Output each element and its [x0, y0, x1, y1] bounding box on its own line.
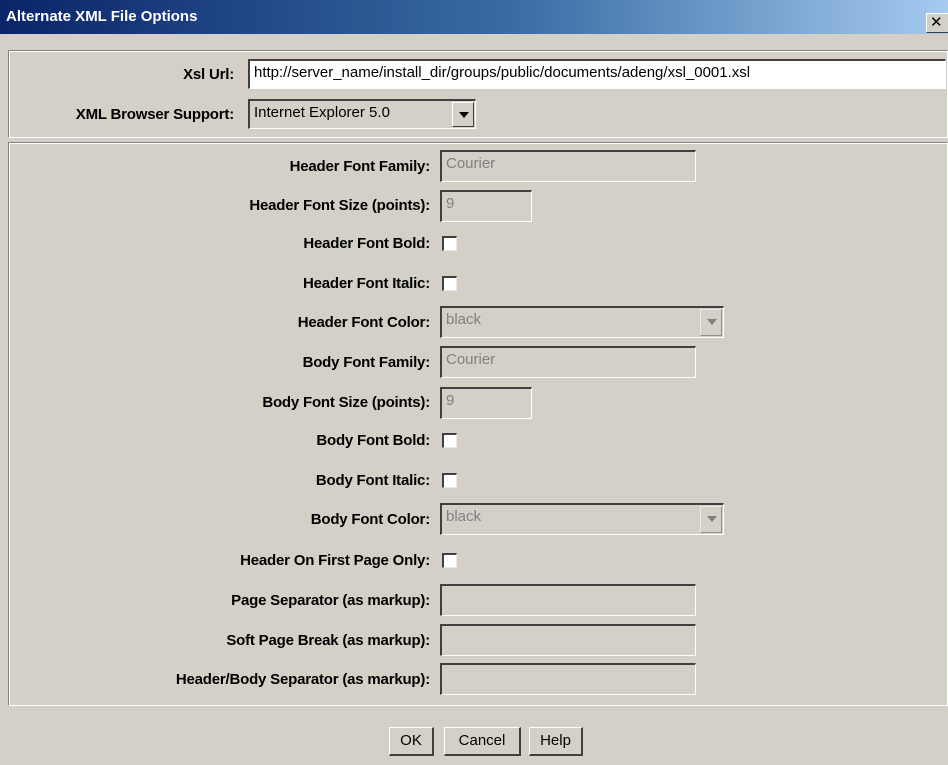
window-title: Alternate XML File Options [6, 8, 198, 25]
help-button[interactable]: Help [529, 727, 583, 756]
title-bar[interactable]: Alternate XML File Options [0, 0, 948, 34]
xsl-url-label: Xsl Url: [183, 66, 234, 83]
header-font-color-label: Header Font Color: [297, 314, 430, 331]
body-font-italic-checkbox[interactable] [442, 473, 457, 488]
header-font-italic-checkbox[interactable] [442, 276, 457, 291]
close-button[interactable]: ✕ [926, 13, 948, 33]
header-first-page-checkbox[interactable] [442, 553, 457, 568]
header-font-size-input[interactable]: 9 [440, 190, 532, 222]
body-font-family-label: Body Font Family: [302, 354, 431, 371]
header-first-page-label: Header On First Page Only: [240, 552, 430, 569]
header-font-bold-checkbox[interactable] [442, 236, 457, 251]
cancel-button[interactable]: Cancel [444, 727, 521, 756]
close-icon: ✕ [930, 13, 943, 31]
chevron-down-icon[interactable] [700, 309, 722, 336]
xsl-url-input[interactable]: http://server_name/install_dir/groups/pu… [248, 59, 946, 89]
soft-page-break-label: Soft Page Break (as markup): [226, 632, 430, 649]
header-font-bold-label: Header Font Bold: [303, 235, 430, 252]
body-font-family-input[interactable]: Courier [440, 346, 696, 378]
header-font-italic-label: Header Font Italic: [302, 275, 430, 292]
header-body-separator-label: Header/Body Separator (as markup): [175, 671, 430, 688]
header-font-color-value: black [446, 311, 482, 328]
page-separator-input[interactable] [440, 584, 696, 616]
ok-button[interactable]: OK [389, 727, 434, 756]
xml-browser-support-label: XML Browser Support: [75, 106, 234, 123]
body-font-color-label: Body Font Color: [310, 511, 430, 528]
header-font-family-label: Header Font Family: [289, 158, 431, 175]
header-body-separator-input[interactable] [440, 663, 696, 695]
xml-browser-support-value: Internet Explorer 5.0 [254, 104, 390, 121]
chevron-down-icon[interactable] [700, 506, 722, 533]
xml-browser-support-select[interactable]: Internet Explorer 5.0 [248, 99, 476, 129]
header-font-size-label: Header Font Size (points): [249, 197, 430, 214]
chevron-down-icon[interactable] [452, 102, 474, 127]
body-font-bold-checkbox[interactable] [442, 433, 457, 448]
body-font-color-select[interactable]: black [440, 503, 724, 535]
body-font-bold-label: Body Font Bold: [316, 432, 430, 449]
body-font-size-input[interactable]: 9 [440, 387, 532, 419]
soft-page-break-input[interactable] [440, 624, 696, 656]
font-options-panel [8, 142, 948, 706]
header-font-color-select[interactable]: black [440, 306, 724, 338]
header-font-family-input[interactable]: Courier [440, 150, 696, 182]
page-separator-label: Page Separator (as markup): [231, 592, 430, 609]
body-font-italic-label: Body Font Italic: [315, 472, 430, 489]
body-font-color-value: black [446, 508, 482, 525]
body-font-size-label: Body Font Size (points): [262, 394, 430, 411]
